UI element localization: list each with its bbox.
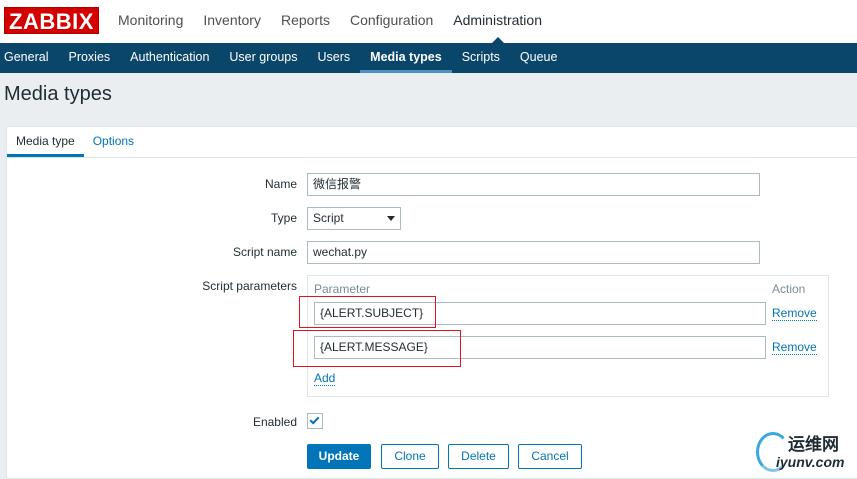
- top-menu-administration[interactable]: Administration: [443, 0, 552, 43]
- page-title: Media types: [4, 83, 112, 105]
- enabled-checkbox[interactable]: [307, 413, 323, 429]
- delete-button[interactable]: Delete: [448, 444, 509, 469]
- highlight-box: [299, 296, 436, 328]
- chevron-down-icon: [387, 216, 395, 221]
- add-parameter-link[interactable]: Add: [314, 372, 336, 386]
- parameter-column-header: Parameter: [314, 282, 371, 296]
- watermark-url: iyunv.com: [776, 454, 845, 470]
- top-menu-inventory[interactable]: Inventory: [193, 0, 271, 43]
- watermark: 运维网 iyunv.com: [752, 430, 857, 479]
- top-menu: Monitoring Inventory Reports Configurati…: [108, 0, 552, 43]
- type-select[interactable]: Script: [307, 207, 401, 230]
- type-select-value: Script: [313, 211, 344, 225]
- sub-menu-media-types[interactable]: Media types: [360, 43, 452, 73]
- clone-button[interactable]: Clone: [381, 444, 439, 469]
- sub-menu-queue[interactable]: Queue: [510, 43, 568, 73]
- zabbix-logo[interactable]: ZABBIX: [4, 7, 99, 34]
- top-bar: ZABBIX Monitoring Inventory Reports Conf…: [0, 0, 857, 43]
- type-label: Type: [270, 211, 297, 225]
- sub-menu-general[interactable]: General: [0, 43, 58, 73]
- cancel-button[interactable]: Cancel: [518, 444, 582, 469]
- script-name-label: Script name: [232, 245, 297, 259]
- action-column-header: Action: [772, 282, 806, 296]
- sub-menu-scripts[interactable]: Scripts: [452, 43, 510, 73]
- remove-parameter-link[interactable]: Remove: [772, 307, 817, 321]
- sub-menu: General Proxies Authentication User grou…: [0, 43, 857, 73]
- form-panel: Media type Options Name 微信报警 Type Script…: [6, 126, 857, 479]
- checkmark-icon: [309, 414, 320, 425]
- script-parameters-label: Script parameters: [202, 279, 297, 293]
- enabled-label: Enabled: [252, 415, 297, 429]
- sub-menu-users[interactable]: Users: [308, 43, 361, 73]
- top-menu-reports[interactable]: Reports: [271, 0, 340, 43]
- name-label: Name: [264, 177, 297, 191]
- script-name-field[interactable]: wechat.py: [307, 241, 760, 264]
- tab-media-type[interactable]: Media type: [7, 127, 84, 157]
- sub-menu-user-groups[interactable]: User groups: [219, 43, 307, 73]
- highlight-box: [293, 330, 461, 367]
- name-field[interactable]: 微信报警: [307, 173, 760, 196]
- remove-parameter-link[interactable]: Remove: [772, 341, 817, 355]
- watermark-text: 运维网: [788, 435, 839, 455]
- sub-menu-proxies[interactable]: Proxies: [58, 43, 120, 73]
- tab-options[interactable]: Options: [84, 127, 143, 157]
- top-menu-configuration[interactable]: Configuration: [340, 0, 443, 43]
- top-menu-monitoring[interactable]: Monitoring: [108, 0, 193, 43]
- update-button[interactable]: Update: [307, 444, 371, 469]
- sub-menu-authentication[interactable]: Authentication: [120, 43, 219, 73]
- tab-bar: Media type Options: [7, 127, 857, 158]
